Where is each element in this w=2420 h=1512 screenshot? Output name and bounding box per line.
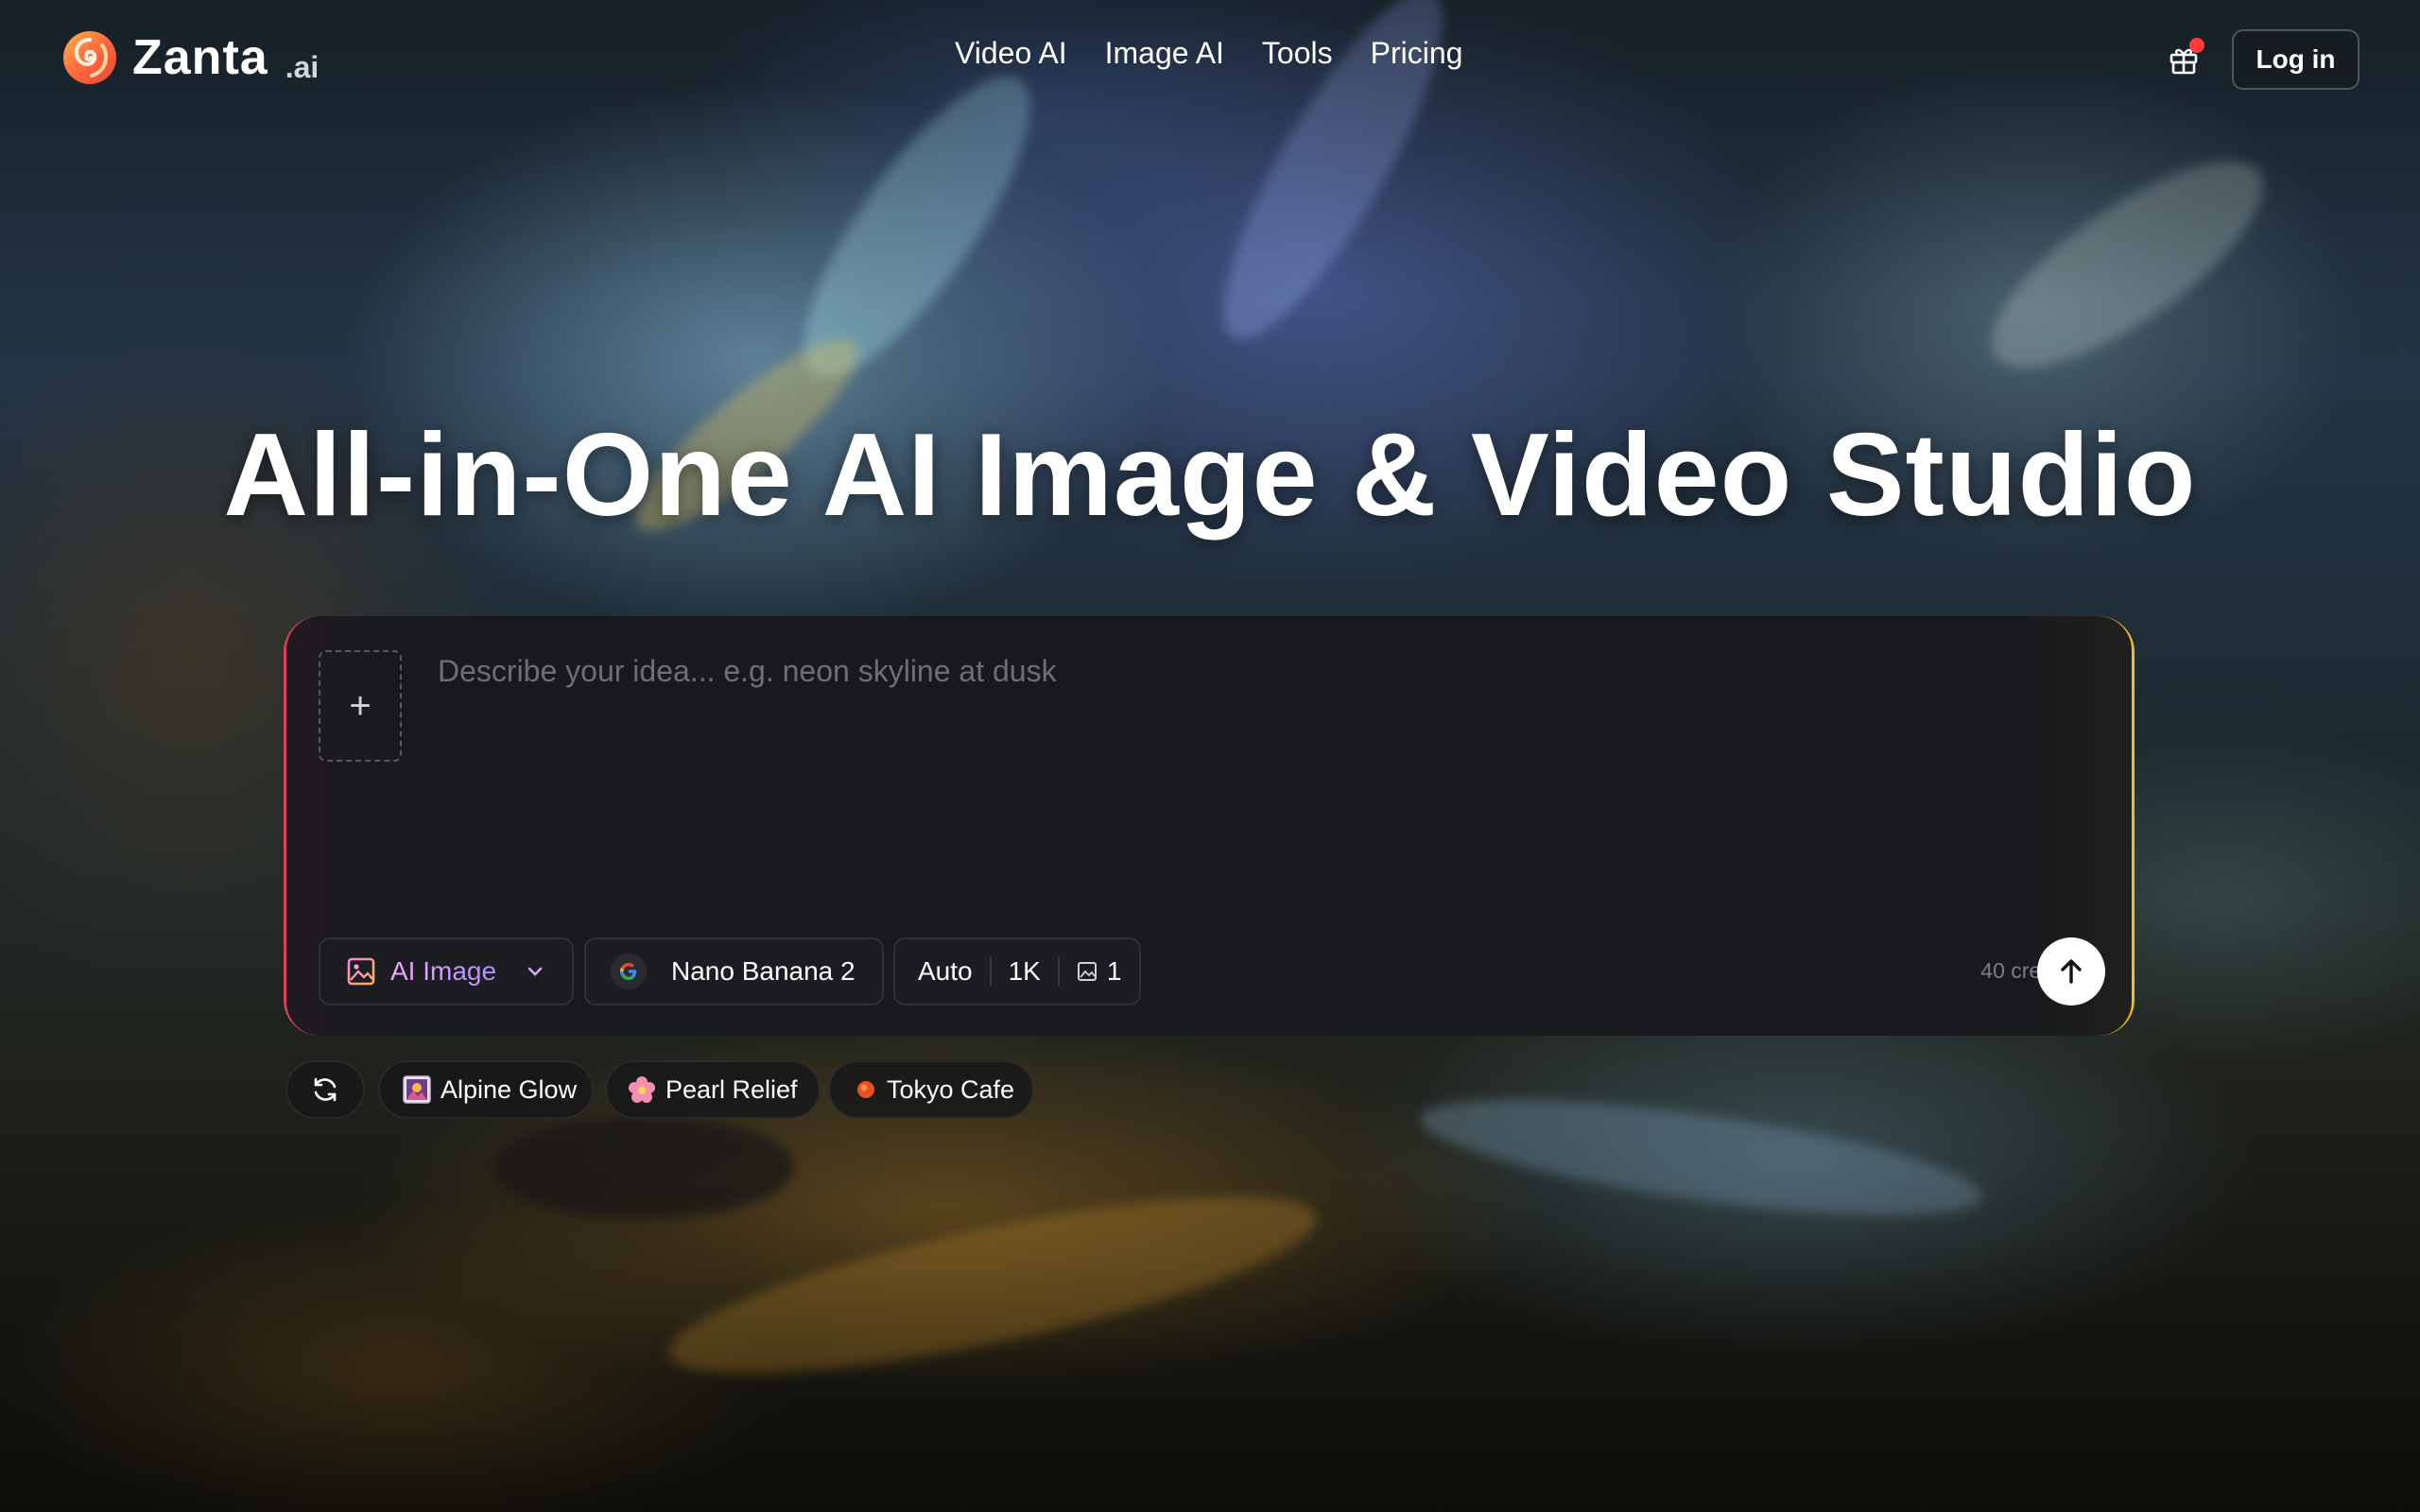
suggestion-chip-alpine-glow[interactable]: Alpine Glow [378,1060,594,1119]
generation-type-dropdown[interactable]: AI Image [319,937,574,1005]
refresh-suggestions-button[interactable] [285,1060,365,1119]
add-reference-button[interactable]: + [319,650,402,762]
refresh-icon [314,1077,337,1102]
suggestion-chip-tokyo-cafe[interactable]: Tokyo Cafe [828,1060,1034,1119]
prompt-composer: + AI Image [284,616,2135,1036]
divider [989,957,992,986]
aspect-option[interactable]: Auto [918,956,973,987]
login-button[interactable]: Log in [2232,29,2360,90]
generation-options[interactable]: Auto 1K 1 [893,937,1141,1005]
divider [1057,957,1060,986]
notification-dot [2189,38,2204,53]
generation-type-label: AI Image [390,956,497,986]
image-count-option[interactable]: 1 [1077,956,1122,987]
image-icon [1077,962,1097,981]
landscape-thumbnail-icon [403,1075,431,1104]
suggestion-label: Pearl Relief [666,1074,798,1104]
nav-item-pricing[interactable]: Pricing [1371,36,1463,71]
suggestion-chip-pearl-relief[interactable]: Pearl Relief [605,1060,821,1119]
plus-icon: + [349,684,372,727]
flower-icon [628,1075,656,1104]
chevron-down-icon [527,967,543,976]
prompt-card: + AI Image [286,616,2132,1036]
hero-title: All-in-One AI Image & Video Studio [223,410,2197,541]
main-nav: Video AI Image AI Tools Pricing [955,36,1462,71]
image-icon [347,957,375,986]
top-header: Zanta .ai Video AI Image AI Tools Pricing… [0,0,2420,117]
swirl-logo-icon [63,31,116,84]
suggestion-label: Tokyo Cafe [887,1074,1015,1104]
brand-logo[interactable]: Zanta .ai [60,28,319,87]
nav-item-image-ai[interactable]: Image AI [1105,36,1224,71]
google-g-icon [611,954,647,989]
model-label: Nano Banana 2 [671,956,856,986]
image-count-value: 1 [1106,956,1122,986]
prompt-input[interactable] [438,654,2083,843]
suggestion-label: Alpine Glow [441,1074,578,1104]
nav-item-tools[interactable]: Tools [1262,36,1333,71]
orange-dot-icon [855,1078,877,1101]
brand-name: Zanta [132,30,268,85]
send-button[interactable] [2037,937,2105,1005]
nav-item-video-ai[interactable]: Video AI [955,36,1067,71]
model-selector[interactable]: Nano Banana 2 [584,937,884,1005]
brand-suffix: .ai [285,49,320,84]
arrow-up-icon [2061,959,2082,984]
resolution-option[interactable]: 1K [1009,956,1041,987]
